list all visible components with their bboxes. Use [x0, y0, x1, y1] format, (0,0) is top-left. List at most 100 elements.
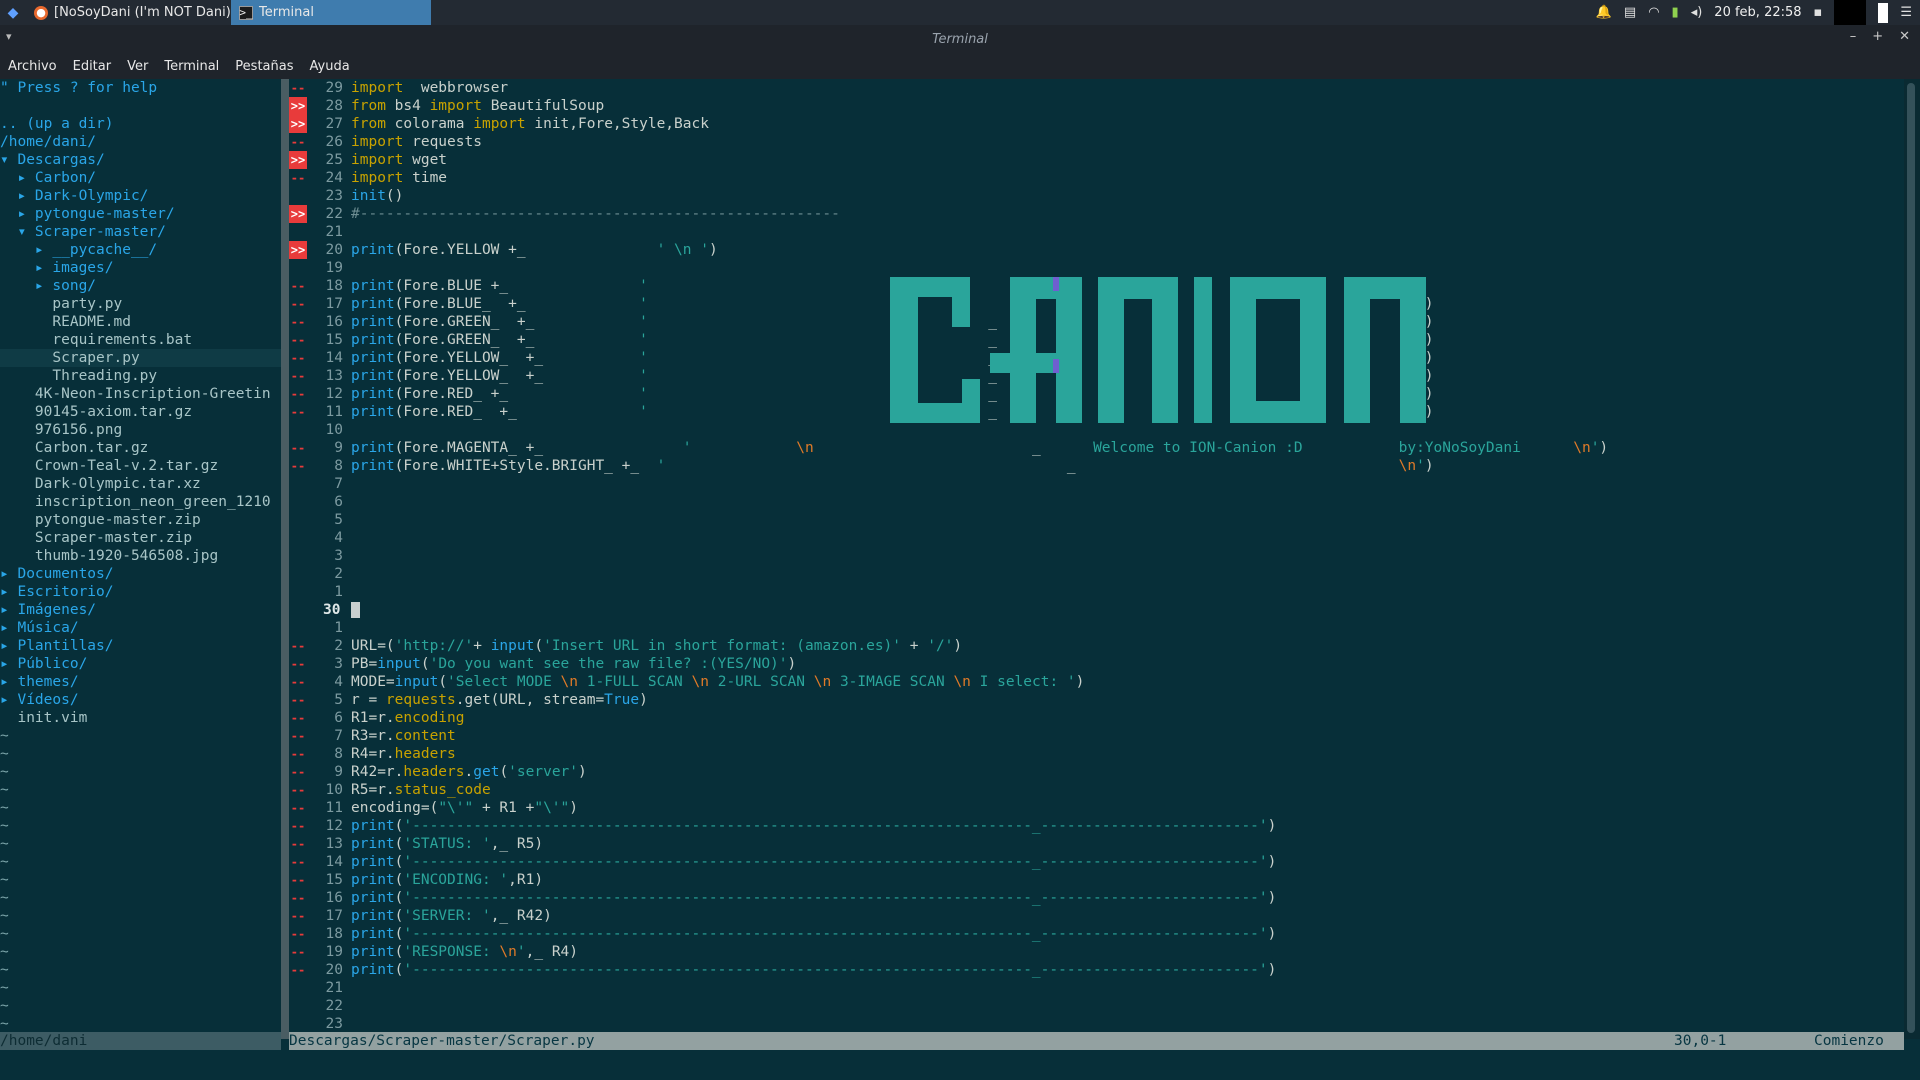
- clock[interactable]: 20 feb, 22:58: [1714, 5, 1801, 20]
- maximize-icon[interactable]: +: [1872, 29, 1883, 44]
- code-line[interactable]: 1: [289, 619, 1904, 637]
- code-line[interactable]: >> 28 from bs4 import BeautifulSoup: [289, 97, 1904, 115]
- tree-line[interactable]: ▸ Público/: [0, 655, 281, 673]
- volume-icon[interactable]: ◂): [1691, 5, 1703, 20]
- tree-line[interactable]: README.md: [0, 313, 281, 331]
- settings-icon[interactable]: ☰: [1900, 5, 1912, 20]
- code-line[interactable]: 6: [289, 493, 1904, 511]
- tree-line[interactable]: ▸ Carbon/: [0, 169, 281, 187]
- code-line[interactable]: -- 14 print('-----------------------------…: [289, 853, 1904, 871]
- code-line[interactable]: 30: [289, 601, 1904, 619]
- menu-pestanas[interactable]: Pestañas: [227, 59, 301, 74]
- close-icon[interactable]: ✕: [1899, 29, 1910, 44]
- code-line[interactable]: -- 16 print('-----------------------------…: [289, 889, 1904, 907]
- window-titlebar[interactable]: ▾ Terminal – + ✕: [0, 25, 1920, 53]
- tree-line[interactable]: inscription_neon_green_1210: [0, 493, 281, 511]
- tree-line[interactable]: Dark-Olympic.tar.xz: [0, 475, 281, 493]
- scrollbar-thumb[interactable]: [1907, 83, 1915, 1033]
- tree-line[interactable]: ▸ Dark-Olympic/: [0, 187, 281, 205]
- menu-editar[interactable]: Editar: [65, 59, 120, 74]
- code-line[interactable]: >> 20 print(Fore.YELLOW +_ ' \n '): [289, 241, 1904, 259]
- code-line[interactable]: -- 2 URL=('http://'+ input('Insert URL in …: [289, 637, 1904, 655]
- tree-line[interactable]: ▸ images/: [0, 259, 281, 277]
- code-line[interactable]: 1: [289, 583, 1904, 601]
- tree-line[interactable]: ▸ Documentos/: [0, 565, 281, 583]
- clipboard-icon[interactable]: ▤: [1624, 5, 1636, 20]
- code-line[interactable]: -- 10 R5=r.status_code: [289, 781, 1904, 799]
- code-line[interactable]: -- 9 R42=r.headers.get('server'): [289, 763, 1904, 781]
- code-line[interactable]: 5: [289, 511, 1904, 529]
- taskbar-task-firefox[interactable]: ● [NoSoyDani (I'm NOT Dani) -...: [26, 0, 231, 25]
- tree-line[interactable]: ▸ pytongue-master/: [0, 205, 281, 223]
- code-line[interactable]: -- 19 print('RESPONSE: \n',_ R4): [289, 943, 1904, 961]
- code-line[interactable]: 23: [289, 1015, 1904, 1033]
- tree-line[interactable]: ▸ Escritorio/: [0, 583, 281, 601]
- tree-line[interactable]: pytongue-master.zip: [0, 511, 281, 529]
- tree-line[interactable]: 90145-axiom.tar.gz: [0, 403, 281, 421]
- code-line[interactable]: 7: [289, 475, 1904, 493]
- code-line[interactable]: -- 17 print('SERVER: ',_ R42): [289, 907, 1904, 925]
- tree-line[interactable]: ▸ Imágenes/: [0, 601, 281, 619]
- tree-line[interactable]: Crown-Teal-v.2.tar.gz: [0, 457, 281, 475]
- menu-ver[interactable]: Ver: [119, 59, 156, 74]
- tree-line[interactable]: .. (up a dir): [0, 115, 281, 133]
- tree-line[interactable]: [0, 97, 281, 115]
- code-line[interactable]: 2: [289, 565, 1904, 583]
- code-line[interactable]: -- 7 R3=r.content: [289, 727, 1904, 745]
- tree-line[interactable]: Threading.py: [0, 367, 281, 385]
- code-line[interactable]: -- 13 print('STATUS: ',_ R5): [289, 835, 1904, 853]
- code-line[interactable]: -- 24 import time: [289, 169, 1904, 187]
- tree-line[interactable]: ▸ Plantillas/: [0, 637, 281, 655]
- code-line[interactable]: 22: [289, 997, 1904, 1015]
- code-line[interactable]: -- 20 print('-----------------------------…: [289, 961, 1904, 979]
- vertical-split[interactable]: [281, 79, 289, 1039]
- code-line[interactable]: -- 15 print('ENCODING: ',R1): [289, 871, 1904, 889]
- code-line[interactable]: 4: [289, 529, 1904, 547]
- tree-line[interactable]: ▸ themes/: [0, 673, 281, 691]
- tree-line[interactable]: " Press ? for help: [0, 79, 281, 97]
- code-line[interactable]: -- 18 print('-----------------------------…: [289, 925, 1904, 943]
- code-line[interactable]: -- 8 R4=r.headers: [289, 745, 1904, 763]
- tree-line[interactable]: thumb-1920-546508.jpg: [0, 547, 281, 565]
- code-line[interactable]: -- 5 r = requests.get(URL, stream=True): [289, 691, 1904, 709]
- menu-archivo[interactable]: Archivo: [0, 59, 65, 74]
- tree-line[interactable]: 4K-Neon-Inscription-Greetin: [0, 385, 281, 403]
- tree-line[interactable]: Scraper.py: [0, 349, 281, 367]
- tree-line[interactable]: /home/dani/: [0, 133, 281, 151]
- tree-line[interactable]: Carbon.tar.gz: [0, 439, 281, 457]
- tree-line[interactable]: 976156.png: [0, 421, 281, 439]
- code-line[interactable]: -- 9 print(Fore.MAGENTA_ +_ ' \n _ Welcome…: [289, 439, 1904, 457]
- tree-line[interactable]: ▸ Vídeos/: [0, 691, 281, 709]
- terminal-tray-icon[interactable]: ▪: [1814, 5, 1823, 20]
- code-line[interactable]: >> 27 from colorama import init,Fore,Style…: [289, 115, 1904, 133]
- code-line[interactable]: -- 29 import webbrowser: [289, 79, 1904, 97]
- tree-line[interactable]: init.vim: [0, 709, 281, 727]
- tree-line[interactable]: ▾ Descargas/: [0, 151, 281, 169]
- window-menu-icon[interactable]: ▾: [6, 30, 12, 43]
- code-line[interactable]: -- 3 PB=input('Do you want see the raw fil…: [289, 655, 1904, 673]
- code-line[interactable]: -- 4 MODE=input('Select MODE \n 1-FULL SCA…: [289, 673, 1904, 691]
- workspace-1[interactable]: [1834, 0, 1867, 25]
- app-menu-icon[interactable]: ◆: [0, 0, 26, 25]
- code-line[interactable]: >> 22 #-----------------------------------…: [289, 205, 1904, 223]
- code-line[interactable]: >> 25 import wget: [289, 151, 1904, 169]
- bell-icon[interactable]: 🔔: [1596, 5, 1612, 20]
- tree-line[interactable]: party.py: [0, 295, 281, 313]
- tree-line[interactable]: ▾ Scraper-master/: [0, 223, 281, 241]
- menu-ayuda[interactable]: Ayuda: [302, 59, 358, 74]
- code-line[interactable]: 23 init(): [289, 187, 1904, 205]
- tree-line[interactable]: requirements.bat: [0, 331, 281, 349]
- battery-icon[interactable]: ▮: [1672, 5, 1679, 20]
- tree-line[interactable]: ▸ Música/: [0, 619, 281, 637]
- minimize-icon[interactable]: –: [1850, 29, 1857, 44]
- code-line[interactable]: -- 11 encoding=("\'" + R1 +"\'"): [289, 799, 1904, 817]
- code-line[interactable]: -- 26 import requests: [289, 133, 1904, 151]
- taskbar-task-terminal[interactable]: >_ Terminal: [231, 0, 431, 25]
- workspace-2[interactable]: [1878, 2, 1889, 23]
- scrollbar[interactable]: [1904, 79, 1920, 1039]
- code-editor[interactable]: -- 29 import webbrowser >> 28 from bs4 import…: [289, 79, 1904, 1039]
- code-line[interactable]: 3: [289, 547, 1904, 565]
- menu-terminal[interactable]: Terminal: [156, 59, 227, 74]
- tree-line[interactable]: ▸ __pycache__/: [0, 241, 281, 259]
- code-line[interactable]: 21: [289, 979, 1904, 997]
